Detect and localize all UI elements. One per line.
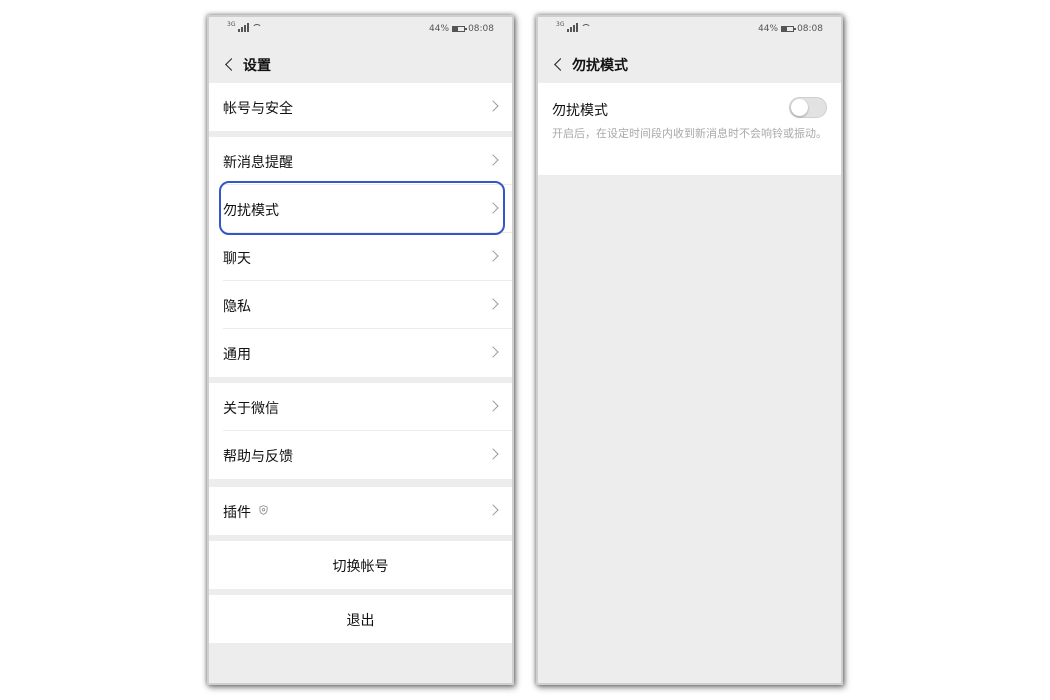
settings-group-plugins: 插件 bbox=[209, 487, 512, 535]
do-not-disturb-toggle[interactable] bbox=[789, 97, 827, 118]
battery-icon bbox=[452, 26, 468, 32]
chevron-right-icon bbox=[487, 504, 499, 516]
do-not-disturb-card: 勿扰模式 开启后，在设定时间段内收到新消息时不会响铃或振动。 bbox=[538, 83, 841, 175]
chevron-right-icon bbox=[487, 100, 499, 112]
shield-icon bbox=[259, 505, 268, 515]
network-type: 3G bbox=[227, 21, 236, 28]
chevron-right-icon bbox=[487, 154, 499, 166]
status-bar: 3G 44% 08:08 bbox=[538, 17, 841, 43]
do-not-disturb-label: 勿扰模式 bbox=[552, 103, 608, 119]
settings-group-main: 新消息提醒 勿扰模式 聊天 隐私 通用 bbox=[209, 137, 512, 377]
switch-account-group: 切换帐号 bbox=[209, 541, 512, 589]
settings-item-label: 勿扰模式 bbox=[223, 203, 279, 219]
logout-label: 退出 bbox=[346, 613, 375, 629]
settings-item-account-security[interactable]: 帐号与安全 bbox=[209, 83, 512, 131]
nav-bar: 勿扰模式 bbox=[538, 47, 841, 81]
nav-bar: 设置 bbox=[209, 47, 512, 81]
clock: 08:08 bbox=[468, 24, 494, 34]
clock: 08:08 bbox=[797, 24, 823, 34]
settings-item-label: 隐私 bbox=[223, 299, 251, 315]
battery-percent: 44% bbox=[429, 24, 450, 34]
settings-item-new-message-alerts[interactable]: 新消息提醒 bbox=[209, 137, 512, 185]
settings-item-label: 插件 bbox=[223, 505, 251, 521]
toggle-knob bbox=[791, 99, 808, 116]
back-icon[interactable] bbox=[549, 55, 567, 73]
settings-item-help-feedback[interactable]: 帮助与反馈 bbox=[209, 431, 512, 479]
back-icon[interactable] bbox=[220, 55, 238, 73]
logout-group: 退出 bbox=[209, 595, 512, 643]
do-not-disturb-description: 开启后，在设定时间段内收到新消息时不会响铃或振动。 bbox=[552, 127, 827, 140]
battery-icon bbox=[781, 26, 797, 32]
settings-item-plugins[interactable]: 插件 bbox=[209, 487, 512, 535]
chevron-right-icon bbox=[487, 202, 499, 214]
page-title: 勿扰模式 bbox=[572, 58, 628, 74]
settings-item-about-wechat[interactable]: 关于微信 bbox=[209, 383, 512, 431]
settings-item-label: 聊天 bbox=[223, 251, 251, 267]
logout-button[interactable]: 退出 bbox=[209, 595, 512, 643]
settings-item-label: 帐号与安全 bbox=[223, 101, 293, 117]
chevron-right-icon bbox=[487, 448, 499, 460]
settings-screen: 3G 44% 08:08 设置 帐号与安全 新消息提醒 勿扰模式 聊天 隐私 通… bbox=[207, 15, 514, 685]
settings-item-label: 帮助与反馈 bbox=[223, 449, 293, 465]
network-type: 3G bbox=[556, 21, 565, 28]
signal-icon bbox=[567, 23, 579, 32]
settings-item-general[interactable]: 通用 bbox=[209, 329, 512, 377]
battery-percent: 44% bbox=[758, 24, 779, 34]
chevron-right-icon bbox=[487, 298, 499, 310]
wifi-icon bbox=[252, 24, 263, 32]
settings-item-label: 关于微信 bbox=[223, 401, 279, 417]
do-not-disturb-screen: 3G 44% 08:08 勿扰模式 勿扰模式 开启后，在设定时间段内收到新消息时… bbox=[536, 15, 843, 685]
wifi-icon bbox=[581, 24, 592, 32]
signal-icon bbox=[238, 23, 250, 32]
settings-item-chats[interactable]: 聊天 bbox=[209, 233, 512, 281]
page-title: 设置 bbox=[243, 58, 271, 74]
status-bar: 3G 44% 08:08 bbox=[209, 17, 512, 43]
switch-account-label: 切换帐号 bbox=[332, 559, 389, 575]
settings-group-about: 关于微信 帮助与反馈 bbox=[209, 383, 512, 479]
switch-account-button[interactable]: 切换帐号 bbox=[209, 541, 512, 589]
settings-item-privacy[interactable]: 隐私 bbox=[209, 281, 512, 329]
settings-group-account: 帐号与安全 bbox=[209, 83, 512, 131]
settings-item-label: 新消息提醒 bbox=[223, 155, 293, 171]
chevron-right-icon bbox=[487, 250, 499, 262]
settings-item-label: 通用 bbox=[223, 347, 251, 363]
settings-item-do-not-disturb[interactable]: 勿扰模式 bbox=[209, 185, 512, 233]
chevron-right-icon bbox=[487, 400, 499, 412]
chevron-right-icon bbox=[487, 346, 499, 358]
